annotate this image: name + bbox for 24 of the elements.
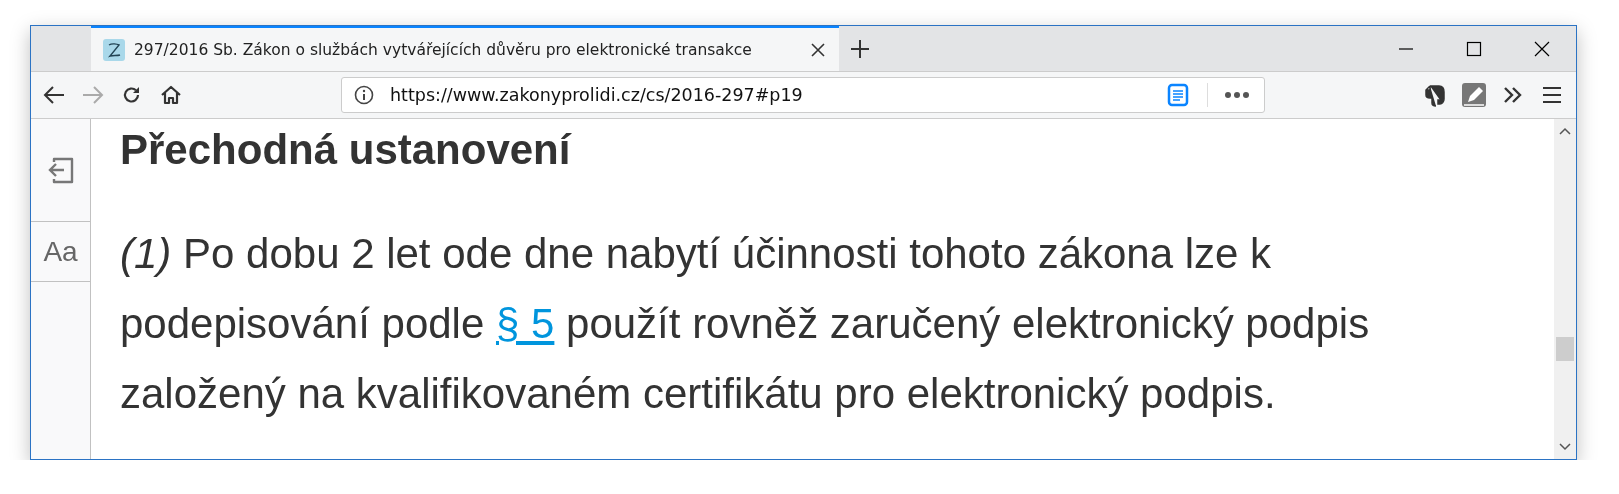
tab[interactable]: 297/2016 Sb. Zákon o službách vytvářejících důvěru pro elektronické transakce bbox=[91, 26, 839, 71]
home-icon bbox=[160, 85, 182, 105]
plus-icon bbox=[850, 38, 870, 59]
minimize-icon bbox=[1398, 47, 1414, 50]
address-bar[interactable]: https://www.zakonyprolidi.cz/cs/2016-297#p19 bbox=[341, 77, 1265, 113]
scroll-up-icon[interactable] bbox=[1559, 127, 1571, 135]
scroll-down-icon[interactable] bbox=[1559, 443, 1571, 451]
url-text: https://www.zakonyprolidi.cz/cs/2016-297#p19 bbox=[390, 85, 804, 105]
more-icon[interactable] bbox=[1224, 91, 1250, 99]
close-icon bbox=[1534, 40, 1550, 57]
scroll-thumb[interactable] bbox=[1556, 337, 1574, 361]
reload-icon bbox=[122, 85, 142, 105]
back-arrow-icon bbox=[43, 85, 65, 105]
reader-view-icon[interactable] bbox=[1167, 83, 1189, 107]
tab-title: 297/2016 Sb. Zákon o službách vytvářejících důvěru pro elektronické transakce bbox=[134, 40, 753, 59]
info-icon[interactable] bbox=[354, 85, 374, 105]
site-logo-icon bbox=[103, 38, 125, 61]
maximize-icon bbox=[1466, 40, 1482, 57]
article-heading: Přechodná ustanovení bbox=[120, 127, 573, 173]
close-tab-icon[interactable] bbox=[811, 42, 825, 57]
forward-arrow-icon bbox=[82, 85, 104, 105]
font-settings-button[interactable]: Aa bbox=[31, 222, 90, 282]
scrollbar[interactable] bbox=[1554, 119, 1576, 459]
paragraph: (1) Po dobu 2 let ode dne nabytí účinnosti tohoto zákona lze k podepisování podle § 5 použít rovněž zaručený elektronický podpis založený na kvalifikovaném certifikátu pro elektronický podpis. bbox=[120, 229, 1371, 419]
